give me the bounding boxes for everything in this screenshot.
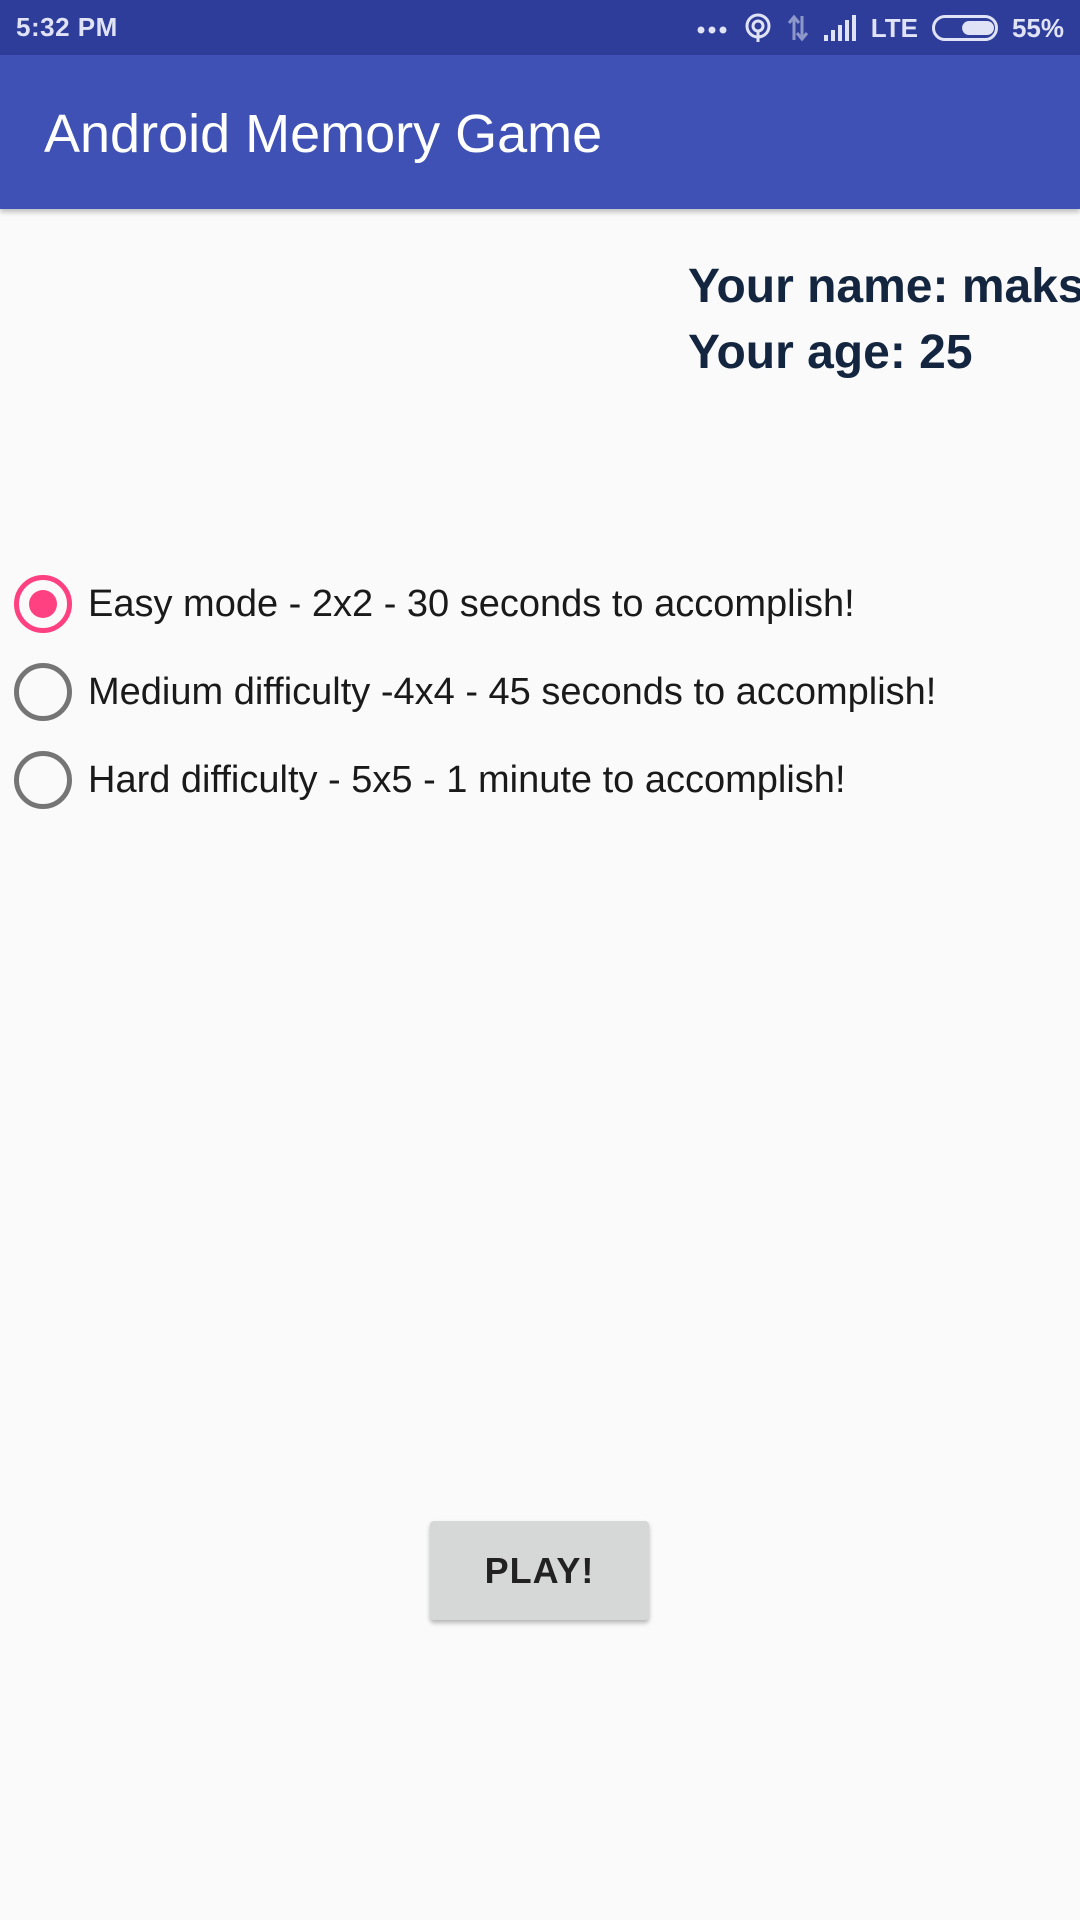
user-age-text: Your age: 25 [688, 326, 973, 379]
radio-selected-dot [29, 590, 57, 618]
network-type: LTE [870, 12, 918, 43]
radio-option-easy[interactable]: Easy mode - 2x2 - 30 seconds to accompli… [14, 560, 1064, 648]
play-button[interactable]: PLAY! [430, 1521, 649, 1620]
app-title: Android Memory Game [44, 104, 603, 164]
battery-icon [931, 15, 998, 41]
signal-icon [823, 15, 857, 41]
radio-label-easy: Easy mode - 2x2 - 30 seconds to accompli… [88, 582, 855, 625]
radio-option-medium[interactable]: Medium difficulty -4x4 - 45 seconds to a… [14, 648, 1064, 736]
user-name-text: Your name: maks [688, 260, 1080, 313]
battery-percent: 55% [1011, 12, 1064, 43]
radio-option-hard[interactable]: Hard difficulty - 5x5 - 1 minute to acco… [14, 736, 1064, 824]
screen: 5:32 PM LTE 55% Android Memory Game Your… [0, 0, 1080, 1920]
app-bar: Android Memory Game [0, 55, 1080, 209]
status-time: 5:32 PM [16, 12, 118, 42]
user-info: Your name: maks Your age: 25 [688, 254, 1080, 386]
status-bar: 5:32 PM LTE 55% [0, 0, 1080, 55]
data-arrows-icon [787, 14, 809, 42]
radio-label-hard: Hard difficulty - 5x5 - 1 minute to acco… [88, 758, 846, 801]
radio-button-medium[interactable] [14, 663, 72, 721]
radio-label-medium: Medium difficulty -4x4 - 45 seconds to a… [88, 670, 937, 713]
more-dots-icon [697, 22, 729, 34]
radio-button-hard[interactable] [14, 751, 72, 809]
hotspot-icon [743, 13, 773, 43]
radio-button-easy[interactable] [14, 575, 72, 633]
difficulty-radio-group: Easy mode - 2x2 - 30 seconds to accompli… [14, 560, 1064, 824]
status-icons: LTE 55% [697, 10, 1064, 46]
